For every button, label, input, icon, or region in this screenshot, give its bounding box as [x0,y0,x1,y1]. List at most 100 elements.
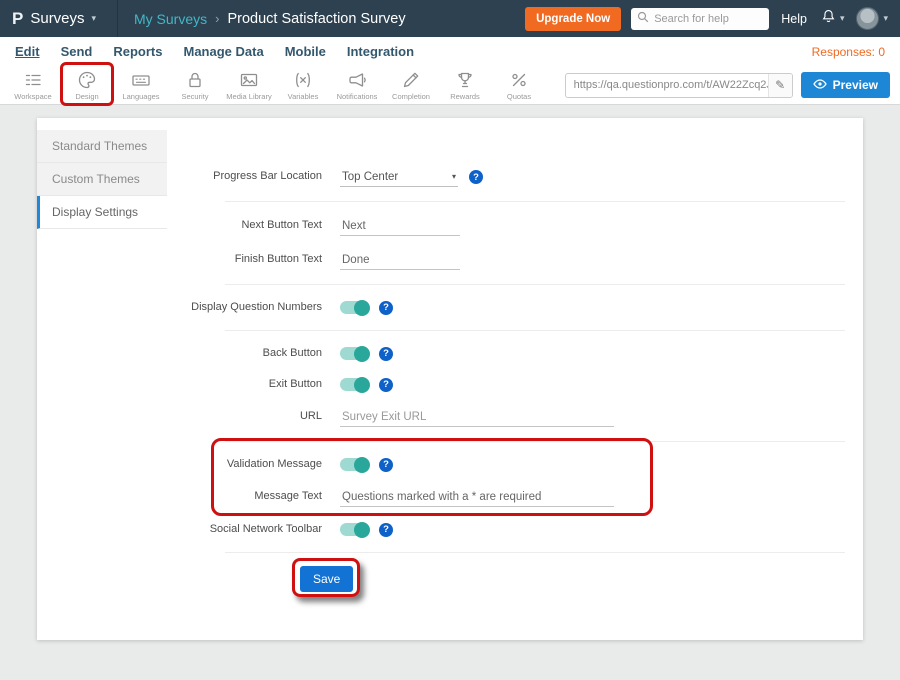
message-text-row: Message Text [167,480,845,514]
tool-variables[interactable]: Variables [280,69,326,101]
back-button-toggle[interactable] [340,347,368,360]
display-question-numbers-row: Display Question Numbers ? [167,292,845,323]
save-row: Save [167,563,845,594]
product-menu-surveys[interactable]: Surveys [30,10,84,27]
help-search-input[interactable] [654,13,763,25]
breadcrumb-separator-icon: › [215,11,219,26]
message-text-input[interactable] [340,488,614,507]
notifications-menu[interactable]: ▾ [821,8,845,29]
divider [225,330,845,331]
divider [225,552,845,553]
survey-nav: Edit Send Reports Manage Data Mobile Int… [0,37,900,66]
preview-button[interactable]: Preview [801,72,890,98]
exit-url-input[interactable] [340,408,614,427]
exit-button-row: Exit Button ? [167,369,845,400]
divider [225,284,845,285]
languages-icon [130,69,152,91]
tab-reports[interactable]: Reports [113,44,162,59]
help-icon[interactable]: ? [469,170,483,184]
search-icon [637,10,649,28]
tool-label: Notifications [337,92,378,101]
completion-icon [400,69,422,91]
chevron-down-icon: ▾ [883,13,888,24]
tool-languages[interactable]: Languages [118,69,164,101]
divider [225,441,845,442]
preview-label: Preview [833,78,878,92]
help-icon[interactable]: ? [379,458,393,472]
display-question-numbers-toggle[interactable] [340,301,368,314]
tab-edit[interactable]: Edit [15,44,40,59]
variables-icon [292,69,314,91]
design-icon [76,69,98,91]
social-network-toolbar-toggle[interactable] [340,523,368,536]
tool-label: Workspace [14,92,51,101]
tool-notifications[interactable]: Notifications [334,69,380,101]
responses-count[interactable]: Responses: 0 [812,45,885,59]
page-title: Product Satisfaction Survey [227,11,405,27]
tool-workspace[interactable]: Workspace [10,69,56,101]
chevron-down-icon: ▾ [92,13,97,24]
survey-url-box[interactable]: https://qa.questionpro.com/t/AW22Zcq2J ✎ [565,73,793,98]
tool-rewards[interactable]: Rewards [442,69,488,101]
validation-message-toggle[interactable] [340,458,368,471]
validation-message-row: Validation Message ? [167,449,845,480]
back-button-label: Back Button [167,347,322,360]
tool-design[interactable]: Design [64,69,110,101]
survey-url[interactable]: https://qa.questionpro.com/t/AW22Zcq2J [574,79,768,91]
tool-label: Media Library [226,92,271,101]
tool-label: Rewards [450,92,480,101]
help-search-box[interactable] [631,8,769,30]
brand-area[interactable]: P Surveys ▾ [0,0,118,37]
user-menu[interactable]: ▾ [856,7,888,30]
finish-button-text-label: Finish Button Text [167,253,322,266]
sidebar-item-display-settings[interactable]: Display Settings [37,196,167,229]
help-link[interactable]: Help [781,12,807,26]
quotas-icon [508,69,530,91]
upgrade-now-button[interactable]: Upgrade Now [525,7,621,31]
exit-button-toggle[interactable] [340,378,368,391]
divider [225,201,845,202]
exit-url-label: URL [167,410,322,423]
back-button-row: Back Button ? [167,338,845,369]
display-settings-panel: Standard Themes Custom Themes Display Se… [37,118,863,640]
tool-security[interactable]: Security [172,69,218,101]
tab-mobile[interactable]: Mobile [285,44,326,59]
rewards-trophy-icon [454,69,476,91]
exit-button-label: Exit Button [167,378,322,391]
media-library-icon [238,69,260,91]
help-icon[interactable]: ? [379,378,393,392]
help-icon[interactable]: ? [379,347,393,361]
tool-label: Security [181,92,208,101]
questionpro-logo: P [12,9,23,29]
help-icon[interactable]: ? [379,301,393,315]
finish-button-text-input[interactable] [340,251,460,270]
progress-bar-location-label: Progress Bar Location [167,170,322,183]
chevron-down-icon: ▾ [840,13,845,24]
tool-media-library[interactable]: Media Library [226,69,272,101]
questionpro-app: P Surveys ▾ My Surveys › Product Satisfa… [0,0,900,680]
tool-completion[interactable]: Completion [388,69,434,101]
breadcrumb-my-surveys[interactable]: My Surveys [134,11,207,27]
next-button-text-row: Next Button Text [167,209,845,243]
save-button[interactable]: Save [300,566,353,592]
edit-url-pencil-icon[interactable]: ✎ [768,74,792,97]
next-button-text-label: Next Button Text [167,219,322,232]
workspace-icon [22,69,44,91]
help-icon[interactable]: ? [379,523,393,537]
sidebar-item-custom-themes[interactable]: Custom Themes [37,163,167,196]
tab-integration[interactable]: Integration [347,44,414,59]
themes-sidebar: Standard Themes Custom Themes Display Se… [37,118,167,640]
tool-quotas[interactable]: Quotas [496,69,542,101]
top-header: P Surveys ▾ My Surveys › Product Satisfa… [0,0,900,37]
tab-manage-data[interactable]: Manage Data [183,44,263,59]
progress-bar-location-select[interactable]: Top Center ▾ [340,168,458,187]
security-icon [184,69,206,91]
avatar [856,7,879,30]
tab-send[interactable]: Send [61,44,93,59]
select-value: Top Center [342,171,398,183]
exit-url-row: URL [167,400,845,434]
notifications-megaphone-icon [346,69,368,91]
next-button-text-input[interactable] [340,217,460,236]
display-question-numbers-label: Display Question Numbers [167,301,322,314]
sidebar-item-standard-themes[interactable]: Standard Themes [37,130,167,163]
